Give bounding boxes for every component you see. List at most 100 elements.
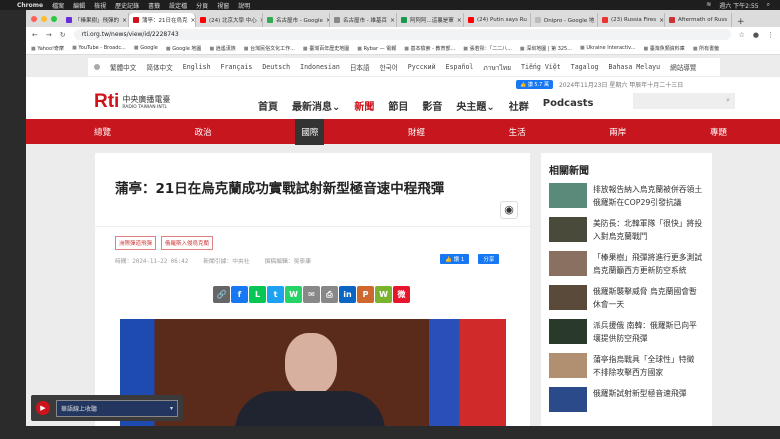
browser-tab[interactable]: Aftermath of Russ× — [665, 13, 732, 27]
nav-item[interactable]: 節目 — [388, 98, 408, 113]
bookmark-item[interactable]: Yahoo!奇摩 — [31, 45, 64, 52]
facebook-share-icon[interactable]: f — [231, 286, 248, 303]
language-link[interactable]: 한국어 — [380, 62, 398, 72]
fb-like-button[interactable]: 👍 讚 5.7 萬 — [516, 80, 553, 89]
bookmark-item[interactable]: Google — [134, 45, 158, 51]
menu-tab[interactable]: 分頁 — [196, 1, 208, 10]
bookmark-item[interactable]: Google 地圖 — [166, 45, 201, 52]
close-icon[interactable]: × — [122, 17, 127, 24]
weibo-share-icon[interactable]: 微 — [393, 286, 410, 303]
close-icon[interactable]: × — [390, 17, 395, 24]
bookmark-item[interactable]: 張若彤：「二二八... — [463, 45, 512, 52]
close-window-button[interactable] — [31, 16, 37, 22]
language-link[interactable]: English — [183, 63, 211, 71]
line-share-icon[interactable]: L — [249, 286, 266, 303]
bookmark-star-icon[interactable]: ☆ — [739, 31, 745, 39]
category-item[interactable]: 兩岸 — [609, 126, 626, 138]
language-link[interactable]: Indonesian — [300, 63, 340, 71]
browser-tab[interactable]: 蒲亭：21日在烏克 × — [129, 13, 196, 27]
news-headline[interactable]: 俄羅斯試射新型極音速飛彈 — [593, 387, 687, 412]
menu-chrome[interactable]: Chrome — [17, 2, 43, 9]
more-menu-icon[interactable]: ⋮ — [767, 31, 774, 39]
wifi-icon[interactable]: ≋ — [706, 1, 711, 10]
nav-item[interactable]: Podcasts — [543, 98, 594, 113]
list-item[interactable]: 排放報告納入烏克蘭被併吞領土 俄羅斯在COP29引發抗議 — [549, 183, 704, 209]
browser-tab[interactable]: 「榛果樹」飛彈的 × — [62, 13, 129, 27]
list-item[interactable]: 派兵援俄 南韓：俄羅斯已向平壤提供防空飛彈 — [549, 319, 704, 345]
reload-icon[interactable]: ↻ — [60, 31, 66, 39]
whatsapp-share-icon[interactable]: W — [285, 286, 302, 303]
language-link[interactable]: Tagalog — [571, 63, 599, 71]
browser-tab[interactable]: (24) 北京大學 中心× — [196, 13, 263, 27]
browser-tab[interactable]: (23) Russia Fires × — [598, 13, 665, 27]
search-icon[interactable]: ⌕ — [767, 1, 770, 10]
tag[interactable]: 俄羅斯入侵烏克蘭 — [161, 236, 214, 250]
channel-select[interactable]: 華語線上收聽 ▾ — [56, 399, 178, 417]
close-icon[interactable]: × — [191, 17, 196, 24]
news-headline[interactable]: 「榛果樹」飛彈將進行更多測試 烏克蘭籲西方更新防空系統 — [593, 251, 704, 277]
link-share-icon[interactable]: 🔗 — [213, 286, 230, 303]
search-icon[interactable]: ⌕ — [726, 96, 730, 104]
list-item[interactable]: 俄羅斯試射新型極音速飛彈 — [549, 387, 704, 412]
menu-edit[interactable]: 編輯 — [73, 1, 85, 10]
fb-share-button[interactable]: 分享 — [478, 254, 500, 264]
list-item[interactable]: 蒲亭指烏戰具「全球性」特徵 不排除攻擊西方國家 — [549, 353, 704, 379]
print-share-icon[interactable]: ⎙ — [321, 286, 338, 303]
browser-tab[interactable]: (24) Putin says Ru× — [464, 13, 531, 27]
language-link[interactable]: 網站導覽 — [670, 62, 696, 72]
zoom-button[interactable] — [51, 16, 57, 22]
language-link[interactable]: ภาษาไทย — [483, 62, 511, 73]
bookmark-item[interactable]: 所有書籤 — [693, 45, 719, 52]
rti-logo[interactable]: Rti 中央廣播電臺 RADIO TAIWAN INTL — [94, 91, 170, 113]
category-item[interactable]: 總覽 — [94, 126, 111, 138]
language-link[interactable]: Deutsch — [262, 63, 290, 71]
linkedin-share-icon[interactable]: in — [339, 286, 356, 303]
close-icon[interactable]: × — [457, 17, 462, 24]
bookmark-item[interactable]: 深圳地圖 | 第 325... — [520, 45, 572, 52]
bookmark-item[interactable]: YouTube - Broadc... — [72, 45, 126, 51]
wechat-share-icon[interactable]: W — [375, 286, 392, 303]
language-link[interactable]: 日本語 — [350, 62, 370, 72]
category-item[interactable]: 財經 — [408, 126, 425, 138]
bookmark-item[interactable]: 台灣民俗文化工作... — [244, 45, 295, 52]
category-item[interactable]: 國際 — [295, 118, 325, 145]
news-headline[interactable]: 蒲亭指烏戰具「全球性」特徵 不排除攻擊西方國家 — [593, 353, 704, 379]
nav-item[interactable]: 社群 — [509, 98, 529, 113]
nav-item[interactable]: 新聞 — [354, 98, 374, 113]
list-item[interactable]: 俄羅斯襲擊威脅 烏克蘭國會暫休會一天 — [549, 285, 704, 311]
nav-item[interactable]: 首頁 — [258, 98, 278, 113]
category-item[interactable]: 政治 — [195, 126, 212, 138]
category-item[interactable]: 生活 — [509, 126, 526, 138]
menu-view[interactable]: 檢視 — [94, 1, 106, 10]
menu-history[interactable]: 歷史記錄 — [115, 1, 139, 10]
browser-tab[interactable]: Dnipro - Google 地× — [531, 13, 598, 27]
play-icon[interactable]: ▶ — [36, 401, 50, 415]
new-tab-button[interactable]: + — [732, 17, 750, 27]
list-item[interactable]: 美防長：北韓軍隊「很快」將投入對烏克蘭戰鬥 — [549, 217, 704, 243]
language-link[interactable]: Français — [221, 63, 253, 71]
category-item[interactable]: 專題 — [710, 126, 727, 138]
language-link[interactable]: Tiếng Việt — [521, 63, 561, 71]
forward-icon[interactable]: → — [46, 31, 52, 39]
menu-file[interactable]: 檔案 — [52, 1, 64, 10]
profile-avatar[interactable]: ● — [753, 31, 759, 39]
menu-window[interactable]: 視窗 — [217, 1, 229, 10]
menu-bookmarks[interactable]: 書籤 — [148, 1, 160, 10]
list-item[interactable]: 「榛果樹」飛彈將進行更多測試 烏克蘭籲西方更新防空系統 — [549, 251, 704, 277]
bookmark-item[interactable]: 逍遙漢族 — [209, 45, 236, 52]
language-link[interactable]: Русский — [408, 63, 436, 71]
nav-item[interactable]: 最新消息⌄ — [292, 98, 340, 113]
browser-tab[interactable]: 阿阿阿...這裏是軍 × — [397, 13, 464, 27]
bookmark-item[interactable]: Ukraine Interactiv... — [580, 45, 635, 51]
news-headline[interactable]: 派兵援俄 南韓：俄羅斯已向平壤提供防空飛彈 — [593, 319, 704, 345]
menu-help[interactable]: 說明 — [238, 1, 250, 10]
bookmark-item[interactable]: 臺灣百年歷史地圖 — [303, 45, 349, 52]
search-input[interactable]: ⌕ — [633, 93, 735, 109]
language-link[interactable]: Bahasa Melayu — [609, 63, 661, 71]
language-link[interactable]: 简体中文 — [146, 62, 172, 72]
email-share-icon[interactable]: ✉ — [303, 286, 320, 303]
news-headline[interactable]: 排放報告納入烏克蘭被併吞領土 俄羅斯在COP29引發抗議 — [593, 183, 704, 209]
tag[interactable]: 洲際彈道飛彈 — [115, 236, 157, 250]
url-input[interactable]: rti.org.tw/news/view/id/2228743 — [73, 29, 731, 40]
clock[interactable]: 週六 下午2:55 — [719, 1, 758, 10]
